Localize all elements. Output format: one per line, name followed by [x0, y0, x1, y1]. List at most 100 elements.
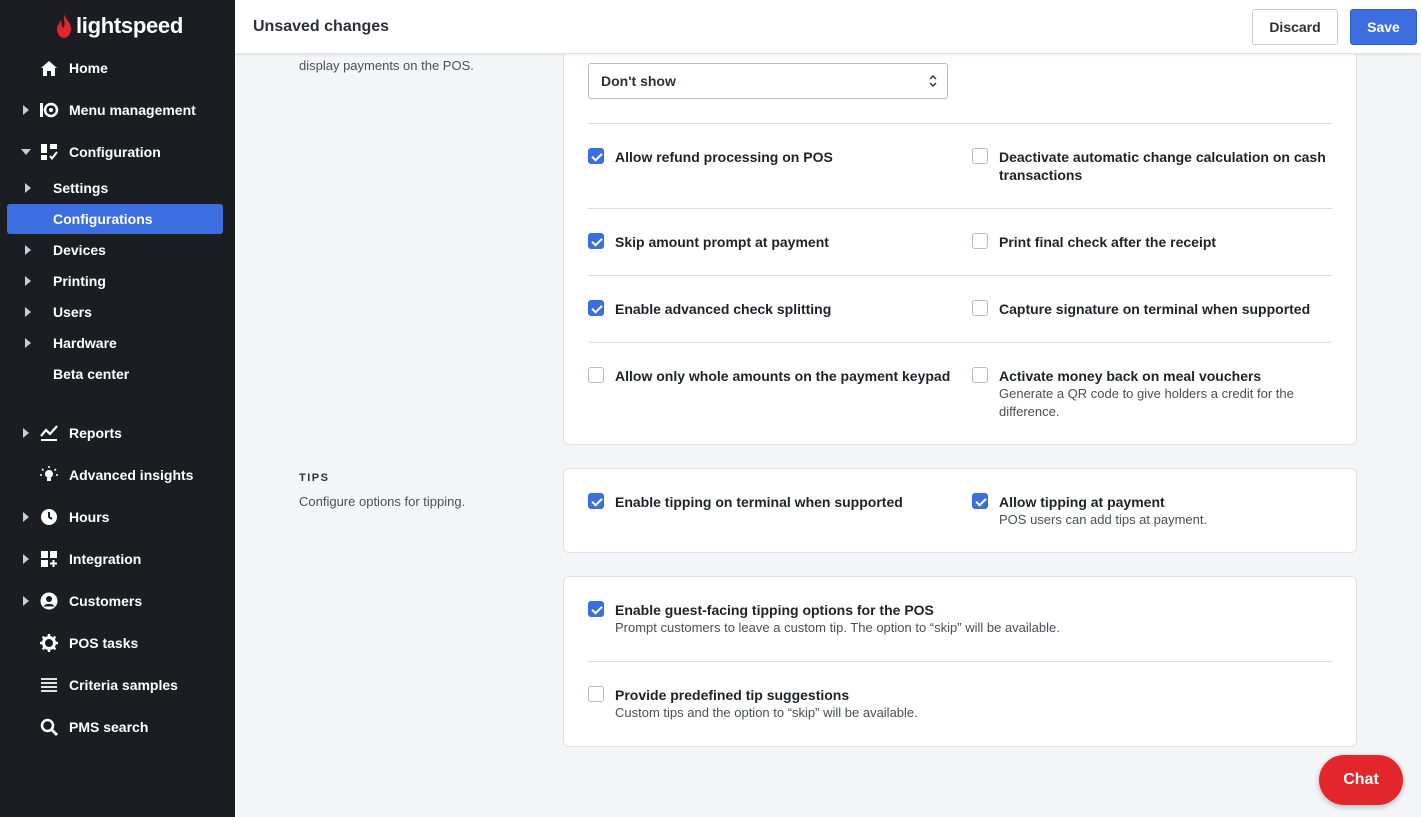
- list-icon: [39, 675, 59, 695]
- sidebar-subitem-hardware[interactable]: Hardware: [7, 328, 223, 358]
- sidebar-subitem-devices[interactable]: Devices: [7, 235, 223, 265]
- sidebar-item-integration[interactable]: Integration: [0, 543, 235, 575]
- sidebar-subitem-beta-center[interactable]: Beta center: [7, 359, 223, 389]
- sidebar-subitem-label: Hardware: [53, 335, 117, 351]
- chat-button[interactable]: Chat: [1319, 755, 1403, 805]
- chevron-right-icon: [23, 105, 29, 115]
- reports-icon: [39, 423, 59, 443]
- sidebar-item-label: Criteria samples: [69, 677, 178, 693]
- option-whole-amounts-only[interactable]: Allow only whole amounts on the payment …: [588, 367, 958, 387]
- checkbox[interactable]: [972, 367, 988, 383]
- checkbox[interactable]: [972, 493, 988, 509]
- select-value: Don't show: [601, 73, 676, 89]
- gear-icon: [39, 633, 59, 653]
- option-label: Enable tipping on terminal when supporte…: [615, 494, 903, 510]
- sidebar-item-label: Customers: [69, 593, 143, 609]
- checkbox[interactable]: [972, 148, 988, 164]
- discard-button[interactable]: Discard: [1252, 9, 1338, 45]
- integration-icon: [39, 549, 59, 569]
- insights-icon: [39, 465, 59, 485]
- option-money-back-meal-vouchers[interactable]: Activate money back on meal vouchers Gen…: [972, 367, 1332, 423]
- sidebar-item-advanced-insights[interactable]: Advanced insights: [0, 459, 235, 491]
- menu-management-icon: [39, 100, 59, 120]
- unsaved-changes-bar: Unsaved changes Discard Save: [235, 0, 1421, 54]
- checkbox[interactable]: [588, 148, 604, 164]
- checkbox[interactable]: [588, 300, 604, 316]
- search-icon: [39, 717, 59, 737]
- clock-icon: [39, 507, 59, 527]
- option-label: Capture signature on terminal when suppo…: [999, 301, 1311, 317]
- sidebar-item-label: Menu management: [69, 102, 196, 118]
- sidebar-item-customers[interactable]: Customers: [0, 585, 235, 617]
- option-label: Allow refund processing on POS: [615, 149, 833, 165]
- sidebar-item-menu-management[interactable]: Menu management: [0, 94, 235, 126]
- sidebar-item-reports[interactable]: Reports: [0, 417, 235, 449]
- sidebar-subitem-users[interactable]: Users: [7, 297, 223, 327]
- sidebar-subitem-configurations[interactable]: Configurations: [7, 204, 223, 234]
- sidebar-subitem-label: Printing: [53, 273, 106, 289]
- chevron-right-icon: [23, 554, 29, 564]
- option-label: Print final check after the receipt: [999, 234, 1217, 250]
- option-label: Activate money back on meal vouchers: [999, 368, 1262, 384]
- option-deactivate-change-calc[interactable]: Deactivate automatic change calculation …: [972, 148, 1332, 188]
- checkbox[interactable]: [588, 493, 604, 509]
- home-icon: [39, 58, 59, 78]
- checkbox[interactable]: [588, 601, 604, 617]
- sidebar-subitem-label: Configurations: [53, 211, 153, 227]
- option-advanced-check-splitting[interactable]: Enable advanced check splitting: [588, 300, 948, 320]
- sidebar-item-label: Integration: [69, 551, 142, 567]
- chevron-right-icon: [25, 307, 31, 317]
- option-tipping-on-terminal[interactable]: Enable tipping on terminal when supporte…: [588, 493, 958, 513]
- page-title: Unsaved changes: [253, 18, 390, 35]
- divider: [588, 275, 1332, 276]
- customers-icon: [39, 591, 59, 611]
- chevron-right-icon: [25, 338, 31, 348]
- sidebar: lightspeed Home Menu management Configur…: [0, 0, 235, 817]
- option-label: Provide predefined tip suggestions: [615, 687, 850, 703]
- sidebar-item-criteria-samples[interactable]: Criteria samples: [0, 669, 235, 701]
- sidebar-subitem-label: Users: [53, 304, 92, 320]
- option-guest-facing-tipping[interactable]: Enable guest-facing tipping options for …: [588, 601, 1328, 639]
- checkbox[interactable]: [972, 233, 988, 249]
- sidebar-item-hours[interactable]: Hours: [0, 501, 235, 533]
- sidebar-item-pms-search[interactable]: PMS search: [0, 711, 235, 743]
- chevron-right-icon: [25, 276, 31, 286]
- option-capture-signature[interactable]: Capture signature on terminal when suppo…: [972, 300, 1332, 320]
- sidebar-item-configuration[interactable]: Configuration: [0, 136, 235, 168]
- option-print-final-check[interactable]: Print final check after the receipt: [972, 233, 1332, 253]
- sidebar-subitem-settings[interactable]: Settings: [7, 173, 223, 203]
- divider: [588, 661, 1332, 662]
- option-tipping-at-payment[interactable]: Allow tipping at payment POS users can a…: [972, 493, 1332, 531]
- tips-section-title: TIPS: [299, 472, 330, 484]
- sidebar-item-home[interactable]: Home: [0, 52, 235, 84]
- option-allow-refund[interactable]: Allow refund processing on POS: [588, 148, 948, 168]
- chevron-right-icon: [25, 245, 31, 255]
- sidebar-item-label: Home: [69, 60, 108, 76]
- sidebar-item-label: Reports: [69, 425, 122, 441]
- sidebar-item-label: Hours: [69, 509, 110, 525]
- checkbox[interactable]: [588, 233, 604, 249]
- divider: [588, 208, 1332, 209]
- sidebar-subitem-label: Devices: [53, 242, 106, 258]
- payment-display-select[interactable]: Don't show: [588, 63, 948, 99]
- option-label: Deactivate automatic change calculation …: [999, 149, 1326, 183]
- divider: [588, 342, 1332, 343]
- tips-section-description: Configure options for tipping.: [299, 494, 466, 509]
- chevron-right-icon: [25, 183, 31, 193]
- checkbox[interactable]: [972, 300, 988, 316]
- sidebar-subitem-label: Beta center: [53, 366, 130, 382]
- sidebar-subitem-printing[interactable]: Printing: [7, 266, 223, 296]
- chevron-right-icon: [23, 512, 29, 522]
- chevron-right-icon: [23, 596, 29, 606]
- sidebar-subitem-label: Settings: [53, 180, 109, 196]
- checkbox[interactable]: [588, 686, 604, 702]
- lightspeed-logo[interactable]: lightspeed: [56, 11, 183, 41]
- option-skip-amount-prompt[interactable]: Skip amount prompt at payment: [588, 233, 948, 253]
- checkbox[interactable]: [588, 367, 604, 383]
- logo-text: lightspeed: [76, 13, 184, 38]
- save-button[interactable]: Save: [1350, 9, 1417, 45]
- sidebar-item-label: PMS search: [69, 719, 149, 735]
- flame-logo-icon: [57, 14, 71, 38]
- option-predefined-tip-suggestions[interactable]: Provide predefined tip suggestions Custo…: [588, 686, 1328, 724]
- sidebar-item-pos-tasks[interactable]: POS tasks: [0, 627, 235, 659]
